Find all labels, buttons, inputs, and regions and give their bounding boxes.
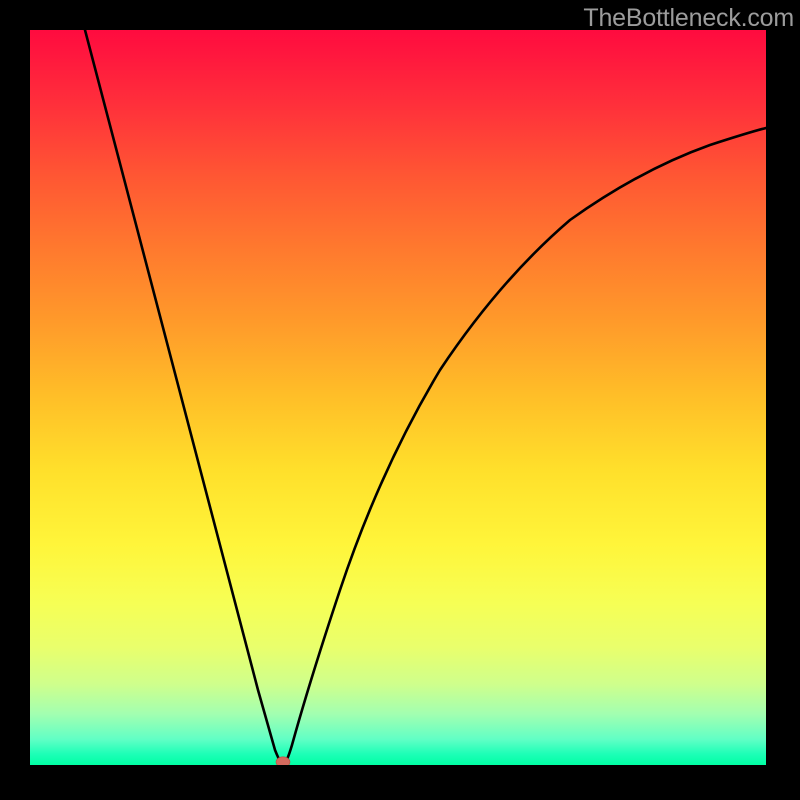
- chart-container: TheBottleneck.com: [0, 0, 800, 800]
- curve-layer: [30, 30, 766, 765]
- bottleneck-curve: [85, 30, 766, 765]
- plot-area: [30, 30, 766, 765]
- optimum-marker: [276, 757, 290, 765]
- watermark: TheBottleneck.com: [583, 4, 794, 33]
